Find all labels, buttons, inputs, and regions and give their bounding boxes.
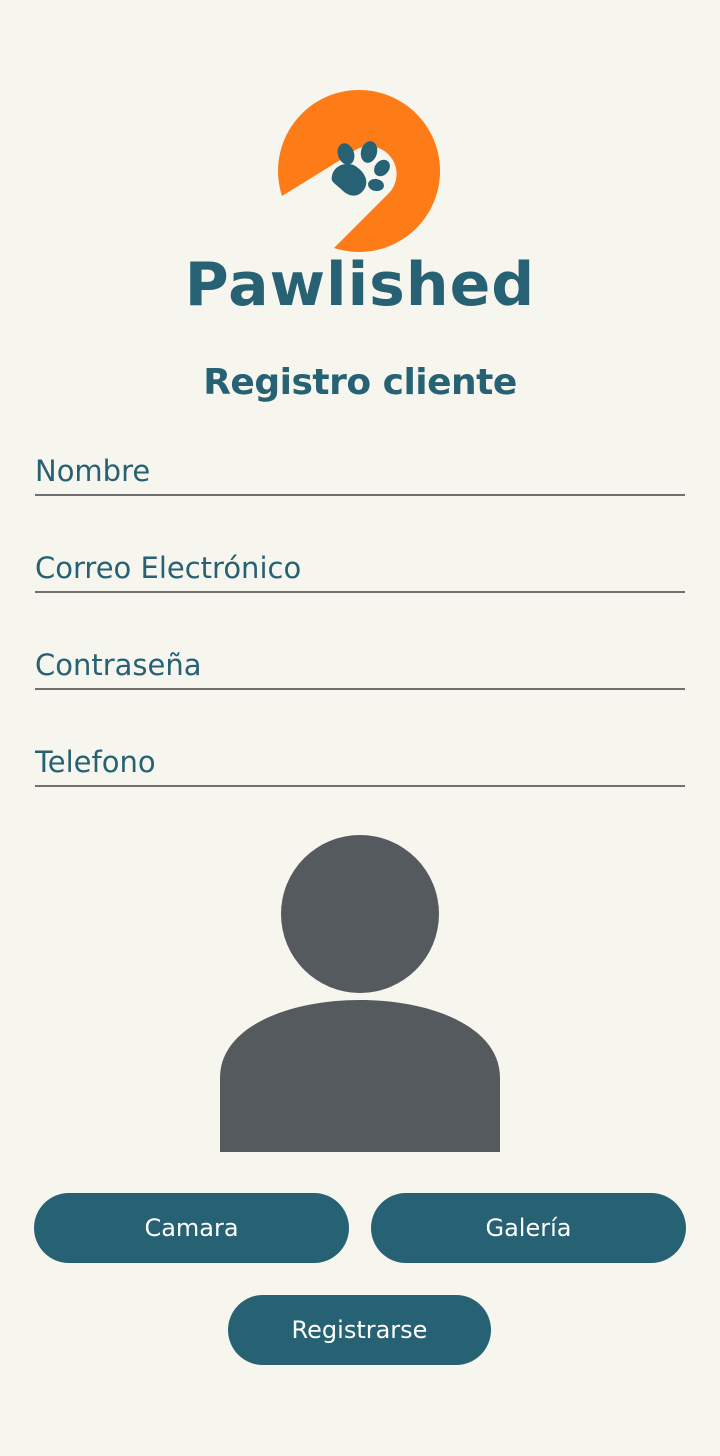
phone-input[interactable] [35, 739, 685, 785]
register-button[interactable]: Registrarse [228, 1295, 491, 1365]
phone-field-container [35, 739, 685, 787]
email-field-container [35, 545, 685, 593]
paw-logo-icon [278, 89, 441, 252]
brand-name: Pawlished [184, 250, 536, 320]
profile-photo [218, 834, 502, 1152]
gallery-button[interactable]: Galería [371, 1193, 686, 1263]
logo-mark [278, 86, 442, 252]
password-input[interactable] [35, 642, 685, 688]
name-field-container [35, 448, 685, 496]
password-field-container [35, 642, 685, 690]
page-title: Registro cliente [203, 362, 517, 403]
name-input[interactable] [35, 448, 685, 494]
camera-button[interactable]: Camara [34, 1193, 349, 1263]
email-input[interactable] [35, 545, 685, 591]
person-placeholder-icon [220, 835, 500, 1152]
